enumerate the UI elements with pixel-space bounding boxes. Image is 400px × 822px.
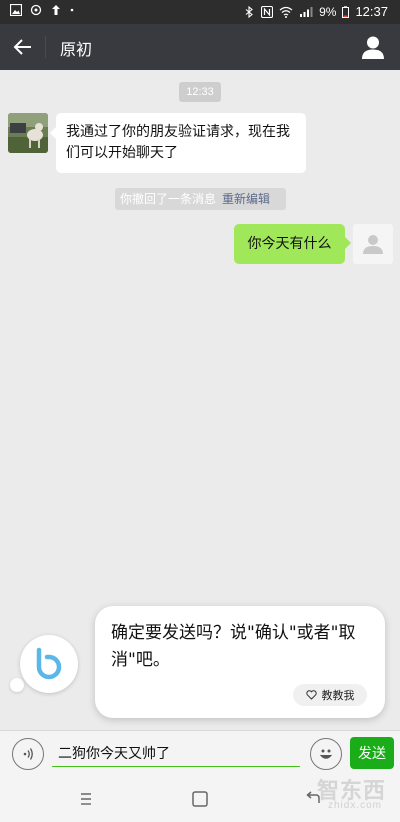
contact-photo [8,113,48,153]
person-placeholder-icon [363,235,383,254]
dot-icon [70,8,74,12]
message-input-bar: 发送 [0,730,400,776]
battery-icon [342,5,350,18]
assistant-prompt: 确定要发送吗？说"确认"或者"取消"吧。 [111,623,356,670]
send-button[interactable]: 发送 [350,737,394,769]
wifi-icon [279,6,293,18]
heart-icon [305,690,317,700]
bluetooth-icon [245,5,253,18]
voice-toggle-button[interactable] [12,738,44,770]
incoming-message-bubble[interactable]: 我通过了你的朋友验证请求，现在我们可以开始聊天了 [50,113,306,173]
my-avatar[interactable] [353,224,393,264]
assistant-indicator-dot [10,678,24,692]
voice-icon [23,748,33,760]
nav-home-button[interactable] [187,786,213,812]
status-right: 9% 12:37 [243,4,388,19]
recents-icon [81,793,91,805]
chat-header: 原初 [0,24,400,70]
contact-avatar[interactable] [8,113,48,153]
outgoing-message-bubble[interactable]: 你今天有什么 [234,224,351,264]
reedit-link[interactable]: 重新编辑 [222,192,270,206]
bixby-icon [36,647,62,680]
status-bar: 9% 12:37 [0,0,400,24]
teach-me-button[interactable]: 教教我 [293,684,367,706]
message-timestamp: 12:33 [179,82,221,102]
chat-title: 原初 [60,40,93,59]
status-left [10,4,74,16]
battery-percent: 9% [319,4,337,19]
arrow-left-icon [13,39,31,55]
chat-info-button[interactable] [360,34,386,60]
signal-icon [300,6,313,17]
emoji-button[interactable] [310,738,342,770]
nfc-icon [261,5,274,18]
smiley-icon [320,749,332,759]
header-divider [45,36,46,58]
recall-notice-text: 你撤回了一条消息 [120,192,217,206]
gallery-icon [10,4,22,16]
status-time: 12:37 [355,4,388,19]
back-button[interactable] [8,32,38,62]
nav-recents-button[interactable] [73,786,99,812]
message-input[interactable] [52,739,300,767]
sync-icon [30,4,42,16]
home-icon [192,791,208,807]
recall-notice: 你撤回了一条消息 重新编辑 [115,188,286,210]
person-icon [362,36,384,59]
upload-icon [52,5,60,15]
teach-me-label: 教教我 [321,689,355,702]
watermark-domain: zhidx.com [327,800,382,811]
assistant-card: 确定要发送吗？说"确认"或者"取消"吧。 教教我 [95,606,385,718]
bixby-button[interactable] [20,635,78,693]
